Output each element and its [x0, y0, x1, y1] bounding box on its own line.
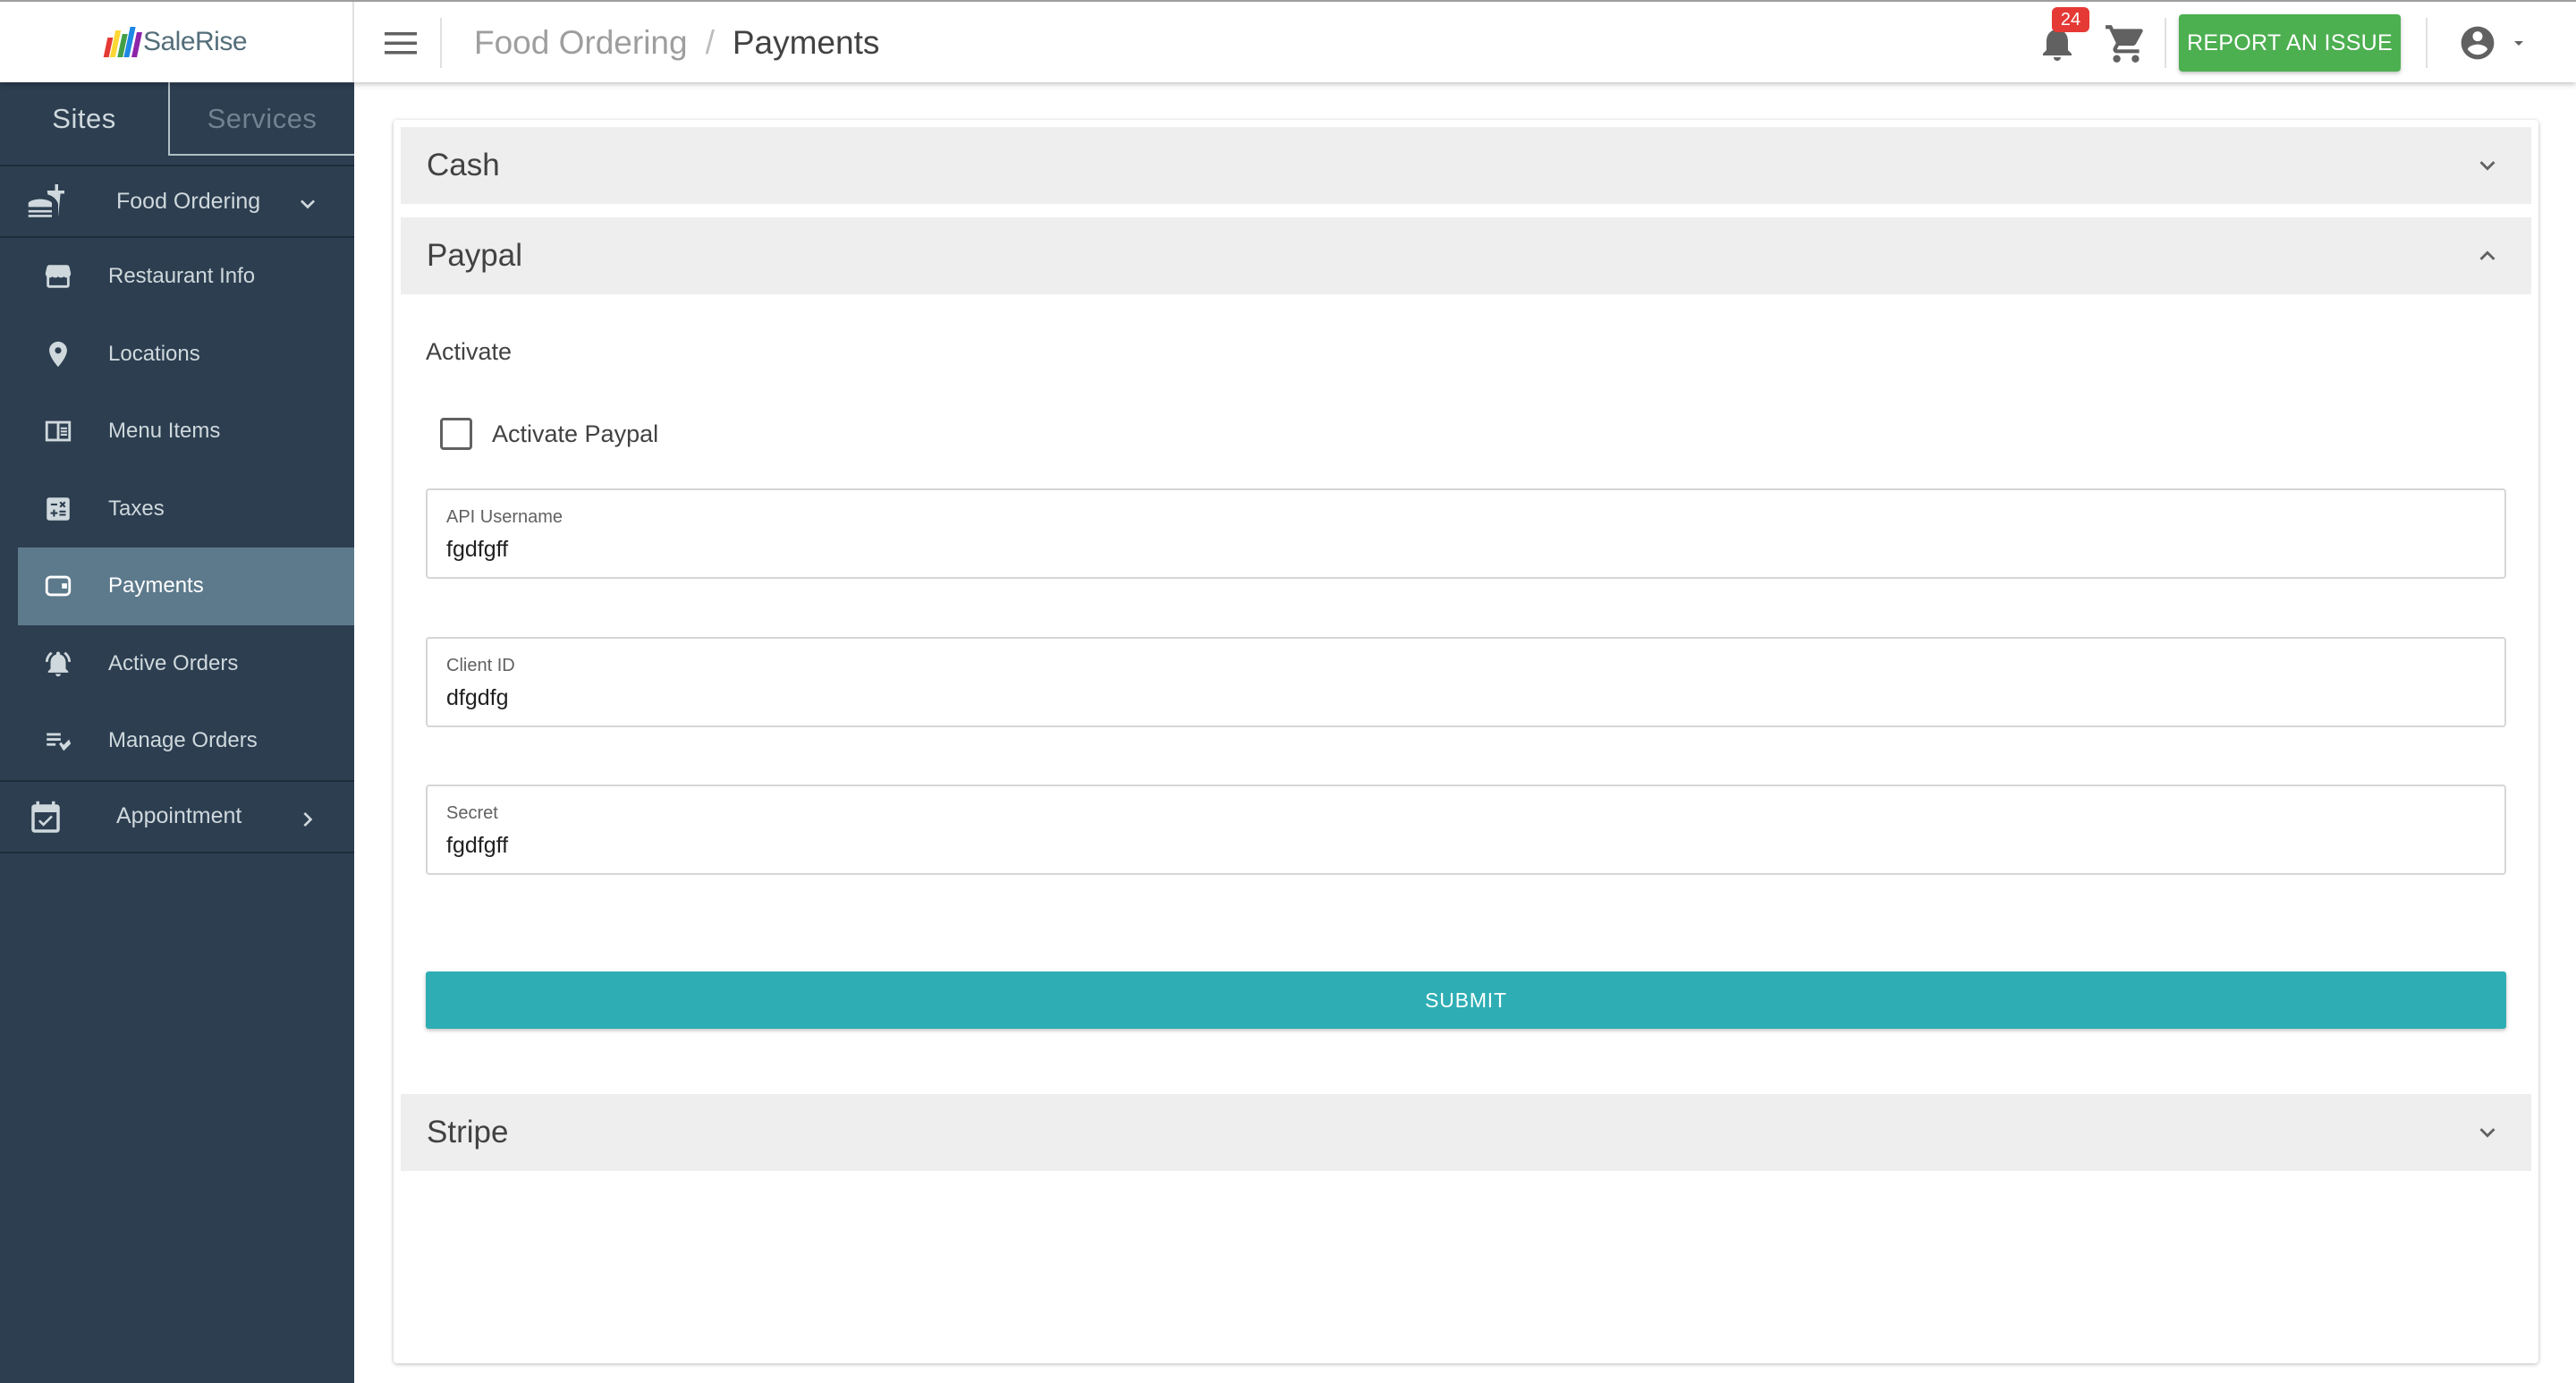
sidebar-item-label: Taxes: [108, 496, 165, 521]
caret-down-icon: [2514, 41, 2523, 46]
bell-ring-icon: [45, 651, 72, 676]
sidebar-item-label: Menu Items: [108, 419, 221, 444]
chevron-right-icon: [303, 811, 313, 827]
top-bar: SaleRise Food Ordering / Payments 24 REP…: [0, 0, 2576, 82]
client-id-field[interactable]: Client ID: [426, 637, 2506, 727]
chevron-down-icon: [2479, 1128, 2496, 1138]
sidebar-item-taxes[interactable]: Taxes: [0, 471, 354, 548]
submit-button[interactable]: SUBMIT: [426, 971, 2506, 1029]
panel-title: Stripe: [427, 1115, 509, 1150]
sidebar-item-payments[interactable]: Payments: [18, 547, 354, 625]
sidebar-item-manage-orders[interactable]: Manage Orders: [0, 702, 354, 780]
api-username-input[interactable]: [446, 533, 2486, 565]
hamburger-menu-button[interactable]: [376, 20, 426, 66]
sidebar-item-active-orders[interactable]: Active Orders: [0, 625, 354, 703]
secret-input[interactable]: [446, 829, 2486, 861]
account-menu-button[interactable]: [2458, 20, 2544, 66]
chevron-up-icon: [2479, 250, 2496, 260]
logo-mark-icon: [103, 27, 142, 57]
sidebar-group-label: Food Ordering: [116, 188, 261, 214]
api-username-field[interactable]: API Username: [426, 488, 2506, 579]
panel-title: Cash: [427, 148, 500, 182]
hamburger-icon: [385, 32, 417, 55]
panel-paypal-header[interactable]: Paypal: [401, 217, 2531, 294]
client-id-input[interactable]: [446, 682, 2486, 714]
sidebar-item-label: Payments: [108, 573, 204, 598]
tab-services[interactable]: Services: [170, 82, 354, 156]
activate-paypal-checkbox-row[interactable]: Activate Paypal: [440, 412, 658, 456]
header-divider: [2426, 18, 2428, 68]
secret-field[interactable]: Secret: [426, 785, 2506, 875]
edit-list-icon: [47, 733, 72, 751]
sidebar-item-label: Restaurant Info: [108, 264, 256, 289]
calendar-check-icon: [31, 801, 60, 833]
salerise-logo: SaleRise: [103, 27, 248, 57]
field-label: Client ID: [446, 656, 515, 675]
storefront-icon: [45, 265, 72, 288]
breadcrumb-food-ordering[interactable]: Food Ordering: [474, 24, 688, 62]
chevron-down-icon: [2479, 161, 2496, 171]
sidebar-item-label: Locations: [108, 341, 200, 366]
sidebar-group-appointment[interactable]: Appointment: [0, 779, 354, 853]
panel-stripe-header[interactable]: Stripe: [401, 1094, 2531, 1171]
breadcrumb-separator: /: [705, 24, 715, 61]
tab-sites[interactable]: Sites: [0, 82, 170, 156]
activate-paypal-checkbox[interactable]: [440, 418, 472, 450]
sidebar-tabs: Sites Services: [0, 82, 354, 156]
panel-title: Paypal: [427, 238, 523, 273]
sidebar-item-label: Active Orders: [108, 650, 239, 675]
sidebar-group-label: Appointment: [116, 803, 242, 828]
sidebar-item-label: Manage Orders: [108, 728, 258, 753]
breadcrumb: Food Ordering / Payments: [474, 2, 879, 84]
breadcrumb-payments: Payments: [732, 24, 880, 61]
chevron-down-icon: [301, 199, 315, 209]
activate-section-label: Activate: [426, 338, 513, 365]
food-icon: [28, 184, 64, 217]
notification-badge: 24: [2052, 7, 2089, 32]
checkbox-label: Activate Paypal: [492, 420, 659, 447]
header-divider: [440, 18, 442, 68]
sidebar-item-locations[interactable]: Locations: [0, 316, 354, 394]
field-label: API Username: [446, 507, 564, 527]
logo-area[interactable]: SaleRise: [0, 2, 354, 82]
sidebar-item-restaurant-info[interactable]: Restaurant Info: [0, 238, 354, 316]
menu-book-icon: [45, 420, 72, 442]
header-divider: [2165, 18, 2166, 68]
panel-cash-header[interactable]: Cash: [401, 127, 2531, 204]
sidebar-item-menu-items[interactable]: Menu Items: [0, 393, 354, 471]
wallet-icon: [45, 575, 72, 597]
calculator-icon: [47, 497, 70, 521]
payments-card: Cash Paypal Activate Activate Paypal API…: [394, 120, 2538, 1363]
logo-text: SaleRise: [142, 27, 248, 56]
account-circle-icon: [2461, 26, 2495, 60]
cart-icon: [2106, 25, 2143, 63]
sidebar: Sites Services Food Ordering Restaurant …: [0, 82, 354, 1383]
field-label: Secret: [446, 803, 498, 823]
report-issue-button[interactable]: REPORT AN ISSUE: [2179, 14, 2401, 72]
sidebar-group-food-ordering[interactable]: Food Ordering: [0, 165, 354, 238]
location-pin-icon: [49, 341, 67, 367]
cart-button[interactable]: [2104, 21, 2148, 66]
